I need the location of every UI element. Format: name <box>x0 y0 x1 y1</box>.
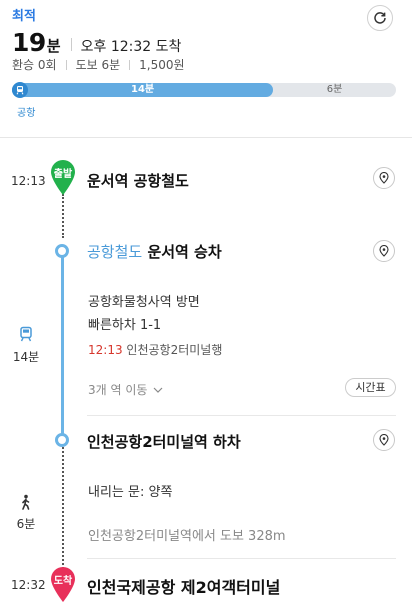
start-time: 12:13 <box>11 174 46 188</box>
route-summary: 최적 19 분 오후 12:32 도착 환승 0회 도보 6분 1,500원 1… <box>0 0 412 138</box>
timetable-button[interactable]: 시간표 <box>345 378 396 397</box>
direction-text: 공항화물청사역 방면 <box>88 295 200 310</box>
end-pin-label: 도착 <box>53 576 73 587</box>
fare: 1,500원 <box>139 58 185 72</box>
line-name: 공항철도 <box>87 243 143 261</box>
divider <box>70 38 72 51</box>
timeline-train-segment <box>61 252 64 440</box>
departure-info: 12:13 인천공항2터미널행 <box>88 341 222 358</box>
start-station[interactable]: 운서역 공항철도 <box>87 170 189 191</box>
destination-name[interactable]: 인천국제공항 제2여객터미널 <box>87 574 280 598</box>
ride-duration: 14분 <box>12 350 40 364</box>
divider <box>87 415 396 416</box>
end-pin: 도착 <box>50 567 76 603</box>
transfer-count: 환승 0회 <box>12 58 57 72</box>
alight-node <box>55 433 69 447</box>
line-short-label: 공항 <box>17 108 36 119</box>
arrival-time: 오후 12:32 도착 <box>80 39 182 55</box>
divider <box>87 558 396 559</box>
departure-time: 12:13 <box>88 343 123 357</box>
departure-destination: 인천공항2터미널행 <box>126 343 223 357</box>
start-pin-label: 출발 <box>53 169 73 180</box>
stations-count: 3개 역 이동 <box>88 383 148 397</box>
total-duration: 19 <box>12 28 46 57</box>
walk-duration: 6분 <box>16 517 36 531</box>
end-time: 12:32 <box>11 578 46 592</box>
duration-unit: 분 <box>46 37 61 55</box>
map-pin-icon <box>379 434 389 446</box>
chevron-down-icon <box>153 387 163 393</box>
map-pin-icon <box>379 245 389 257</box>
train-mode-icon <box>11 326 41 345</box>
refresh-icon <box>374 12 386 24</box>
duration-row: 19 분 오후 12:32 도착 <box>12 28 181 57</box>
train-icon <box>12 82 28 98</box>
board-station: 운서역 승차 <box>147 243 222 261</box>
board-node <box>55 244 69 258</box>
divider <box>65 59 67 70</box>
route-meta: 환승 0회 도보 6분 1,500원 <box>12 56 185 73</box>
timeline-walk-segment <box>62 447 64 569</box>
start-location-button[interactable] <box>373 167 395 189</box>
refresh-button[interactable] <box>367 5 393 31</box>
walk-info: 인천공항2터미널역에서 도보 328m <box>88 529 286 544</box>
board-location-button[interactable] <box>373 240 395 262</box>
best-badge: 최적 <box>12 9 36 24</box>
alight-location-button[interactable] <box>373 429 395 451</box>
alight-station[interactable]: 인천공항2터미널역 하차 <box>87 431 241 452</box>
train-segment-label: 14분 <box>130 84 155 95</box>
board-station-title[interactable]: 공항철도 운서역 승차 <box>87 241 222 262</box>
walk-segment-label: 6분 <box>326 84 343 95</box>
duration-bar: 14분 6분 <box>12 82 396 98</box>
stations-toggle[interactable]: 3개 역 이동 <box>88 381 163 398</box>
map-pin-icon <box>379 172 389 184</box>
quick-exit-text: 빠른하차 1-1 <box>88 318 162 333</box>
divider <box>129 59 131 70</box>
walk-time: 도보 6분 <box>75 58 121 72</box>
exit-door-text: 내리는 문: 양쪽 <box>88 485 173 500</box>
timeline-walk-segment <box>62 194 64 238</box>
start-pin: 출발 <box>50 160 76 196</box>
walk-icon <box>11 494 41 513</box>
